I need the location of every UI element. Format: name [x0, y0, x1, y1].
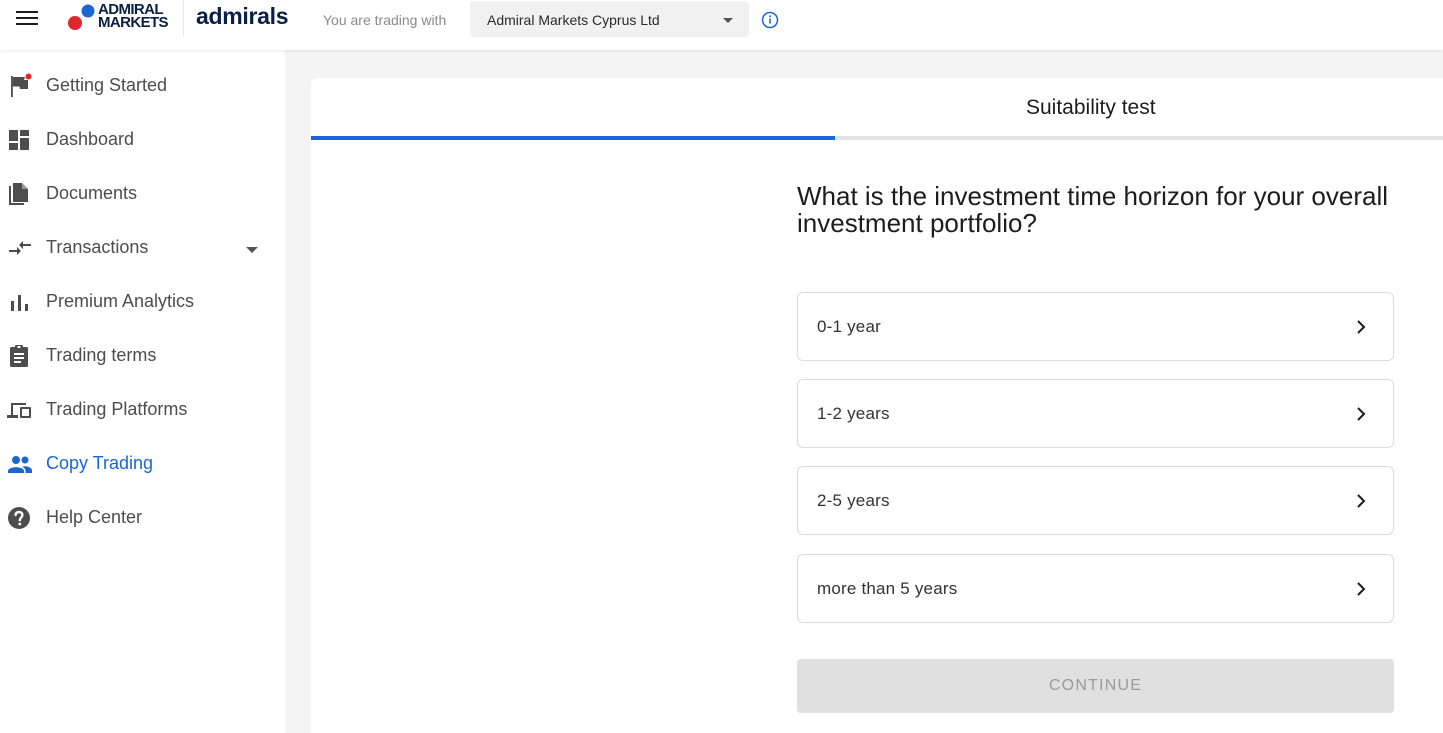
- logo-admiral-markets-text: ADMIRAL MARKETS: [98, 1, 169, 31]
- sidebar-item-help-center[interactable]: Help Center: [0, 491, 285, 545]
- admiral-markets-logo[interactable]: ADMIRAL MARKETS: [66, 2, 172, 34]
- devices-icon: [7, 403, 31, 418]
- sidebar-item-getting-started[interactable]: Getting Started: [0, 59, 285, 113]
- sidebar-item-premium-analytics[interactable]: Premium Analytics: [0, 275, 285, 329]
- bar-chart-icon: [11, 295, 28, 311]
- expand-arrow-icon[interactable]: [246, 247, 258, 253]
- progress-bar: [311, 136, 1443, 140]
- documents-icon: [9, 183, 28, 205]
- sidebar-item-trading-platforms[interactable]: Trading Platforms: [0, 383, 285, 437]
- continue-button[interactable]: CONTINUE: [797, 659, 1394, 713]
- transactions-icon: [9, 241, 31, 255]
- sidebar-item-dashboard[interactable]: Dashboard: [0, 113, 285, 167]
- answer-option-0-1-year[interactable]: 0-1 year: [797, 292, 1394, 361]
- answer-option-more-than-5-years[interactable]: more than 5 years: [797, 554, 1394, 623]
- suitability-test-card: Suitability test What is the investment …: [311, 78, 1443, 733]
- sidebar-item-documents[interactable]: Documents: [0, 167, 285, 221]
- clipboard-icon: [10, 345, 28, 367]
- caret-down-icon: [723, 18, 733, 23]
- question-text: What is the investment time horizon for …: [797, 181, 1389, 238]
- sidebar-item-copy-trading[interactable]: Copy Trading: [0, 437, 285, 491]
- answer-option-1-2-years[interactable]: 1-2 years: [797, 379, 1394, 448]
- logo-dots-icon: [68, 4, 95, 30]
- sidebar: Getting Started Dashboard Documents Tran…: [0, 50, 285, 733]
- top-header: ADMIRAL MARKETS admirals You are trading…: [0, 0, 1443, 50]
- flag-icon: [11, 73, 32, 97]
- dashboard-icon: [9, 130, 29, 150]
- admirals-logo[interactable]: admirals: [196, 3, 289, 30]
- answer-option-2-5-years[interactable]: 2-5 years: [797, 466, 1394, 535]
- entity-select-value: Admiral Markets Cyprus Ltd: [487, 12, 660, 28]
- sidebar-item-transactions[interactable]: Transactions: [0, 221, 285, 275]
- logo-divider: [183, 0, 184, 36]
- people-icon: [8, 456, 32, 473]
- chevron-right-icon: [1357, 494, 1366, 508]
- help-icon: [8, 507, 30, 529]
- sidebar-item-trading-terms[interactable]: Trading terms: [0, 329, 285, 383]
- info-icon[interactable]: [761, 11, 779, 29]
- chevron-right-icon: [1357, 582, 1366, 596]
- chevron-right-icon: [1357, 407, 1366, 421]
- trading-with-label: You are trading with: [323, 12, 447, 28]
- entity-select[interactable]: Admiral Markets Cyprus Ltd: [470, 1, 749, 37]
- page-title: Suitability test: [1026, 96, 1156, 119]
- chevron-right-icon: [1357, 320, 1366, 334]
- menu-icon[interactable]: [16, 10, 40, 28]
- progress-bar-fill: [311, 136, 836, 140]
